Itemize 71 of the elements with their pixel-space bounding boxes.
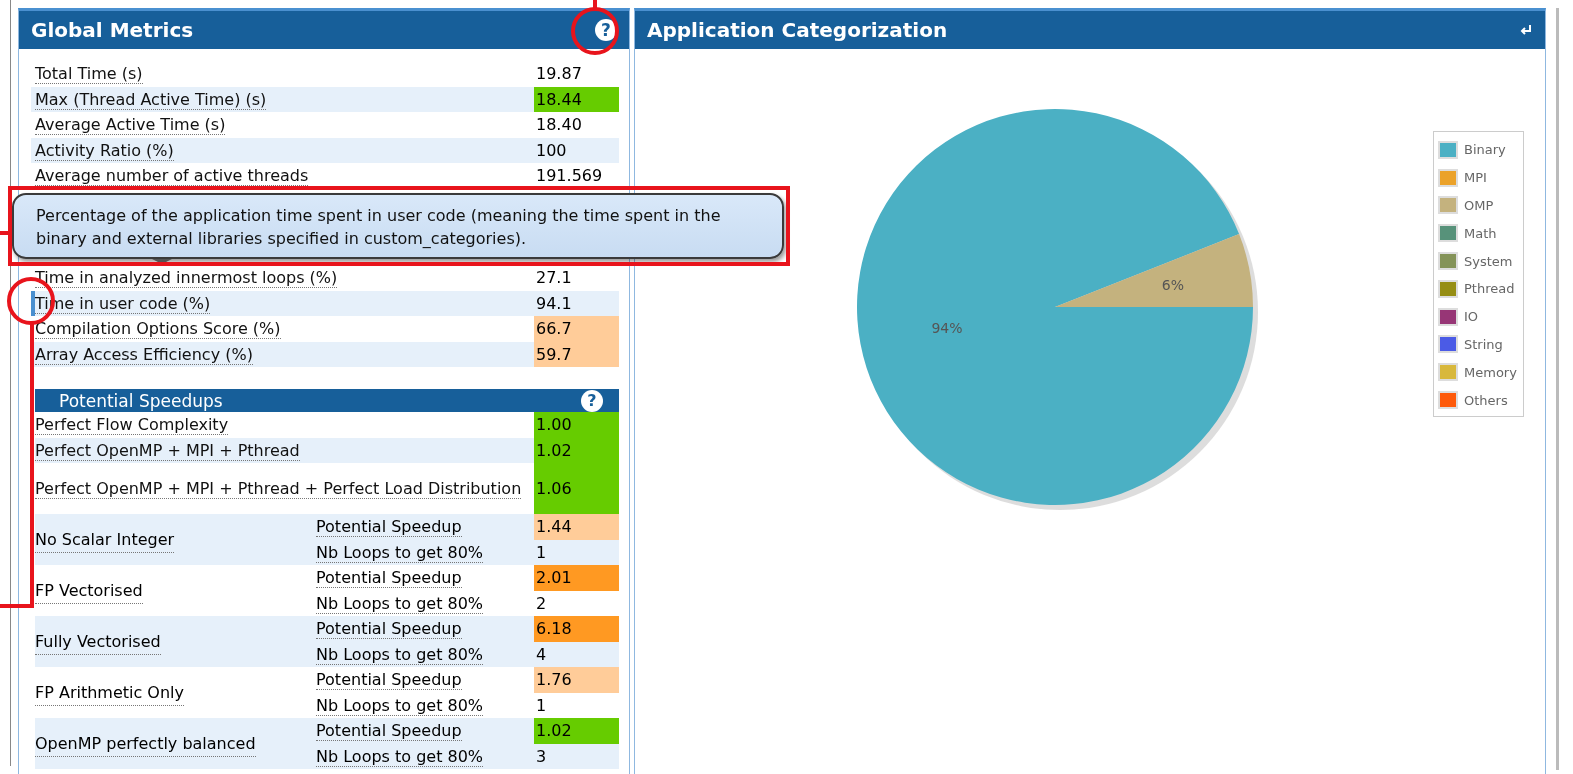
metric-value: 191.569 [535,165,604,188]
tooltip: Percentage of the application time spent in user code (meaning the time spent in the binary and external libraries specified in custom_categories). [12,193,784,259]
speedup-label: Fully Vectorised [35,628,161,655]
metric-label: Activity Ratio (%) [35,140,174,161]
metric-label: Compilation Options Score (%) [35,319,281,340]
metric-label: Max (Thread Active Time) (s) [35,89,267,110]
loops-value: 2 [535,592,548,615]
speedup-value: 1.02 [534,437,619,463]
metric-value: 19.87 [535,63,583,86]
loops-sublabel: Nb Loops to get 80% [316,695,484,716]
speedup-sublabel: Potential Speedup [316,568,462,589]
slice-label: 6% [1161,276,1184,293]
legend-label: Memory [1464,364,1517,380]
speedup-value: 1.00 [534,412,619,438]
metric-label: Time in analyzed innermost loops (%) [35,268,338,289]
legend-label: Pthread [1464,281,1515,297]
slice-label: 94% [931,319,963,336]
speedup-label: FP Arithmetic Only [35,679,184,706]
legend-label: Others [1464,392,1508,408]
legend-label: String [1464,336,1503,352]
legend-label: Binary [1464,142,1506,158]
loops-value: 1 [535,694,548,717]
speedup-value: 1.02 [534,718,619,744]
loops-value: 4 [535,643,548,666]
legend-label: MPI [1464,170,1487,186]
metric-value: 18.40 [535,114,583,137]
metric-value: 27.1 [535,267,573,290]
legend-label: IO [1464,309,1479,325]
loops-sublabel: Nb Loops to get 80% [316,593,484,614]
metric-label: Average number of active threads [35,166,309,187]
loops-sublabel: Nb Loops to get 80% [316,542,484,563]
loops-sublabel: Nb Loops to get 80% [316,644,484,665]
metric-value: 94.1 [535,292,573,315]
speedup-label: Perfect OpenMP + MPI + Pthread [35,440,300,461]
speedup-label: FP Vectorised [35,577,143,604]
speedup-sublabel: Potential Speedup [316,619,462,640]
speedup-sublabel: Potential Speedup [316,721,462,742]
help-icon[interactable]: ? [581,389,603,412]
legend-label: Math [1464,225,1497,241]
return-icon[interactable] [1519,24,1533,36]
legend-label: OMP [1464,198,1494,213]
speedup-value: 1.76 [534,667,619,693]
metric-value: 100 [535,139,568,162]
speedup-value: 6.18 [534,616,619,642]
speedup-value: 2.01 [534,565,619,591]
leader-line [0,231,10,235]
metric-label: Total Time (s) [35,64,143,85]
tooltip-pointer [152,259,172,264]
metric-value: 18.44 [534,86,619,112]
annotation-circle [571,7,619,55]
loops-value: 3 [535,745,548,768]
speedup-value: 1.44 [534,514,619,540]
speedup-value: 1.06 [534,463,619,514]
speedup-sublabel: Potential Speedup [316,517,462,538]
speedup-sublabel: Potential Speedup [316,670,462,691]
speedup-label: Perfect OpenMP + MPI + Pthread + Perfect Load Distribution [35,479,522,499]
metric-label: Array Access Efficiency (%) [35,344,253,365]
scrollbar[interactable] [1556,8,1559,770]
speedup-label: No Scalar Integer [35,526,175,553]
speedup-label: OpenMP perfectly balanced [35,730,256,757]
panel-title: Application Categorization [647,18,948,42]
loops-value: 1 [535,541,548,564]
metric-value: 66.7 [534,316,619,342]
panel-title: Global Metrics [31,18,194,42]
speedup-label: Perfect Flow Complexity [35,415,229,436]
metric-value: 59.7 [534,341,619,367]
leader-line [593,0,597,9]
metric-label: Average Active Time (s) [35,115,226,136]
section-title: Potential Speedups [59,390,223,411]
loops-sublabel: Nb Loops to get 80% [316,746,484,767]
legend-label: System [1464,253,1513,269]
